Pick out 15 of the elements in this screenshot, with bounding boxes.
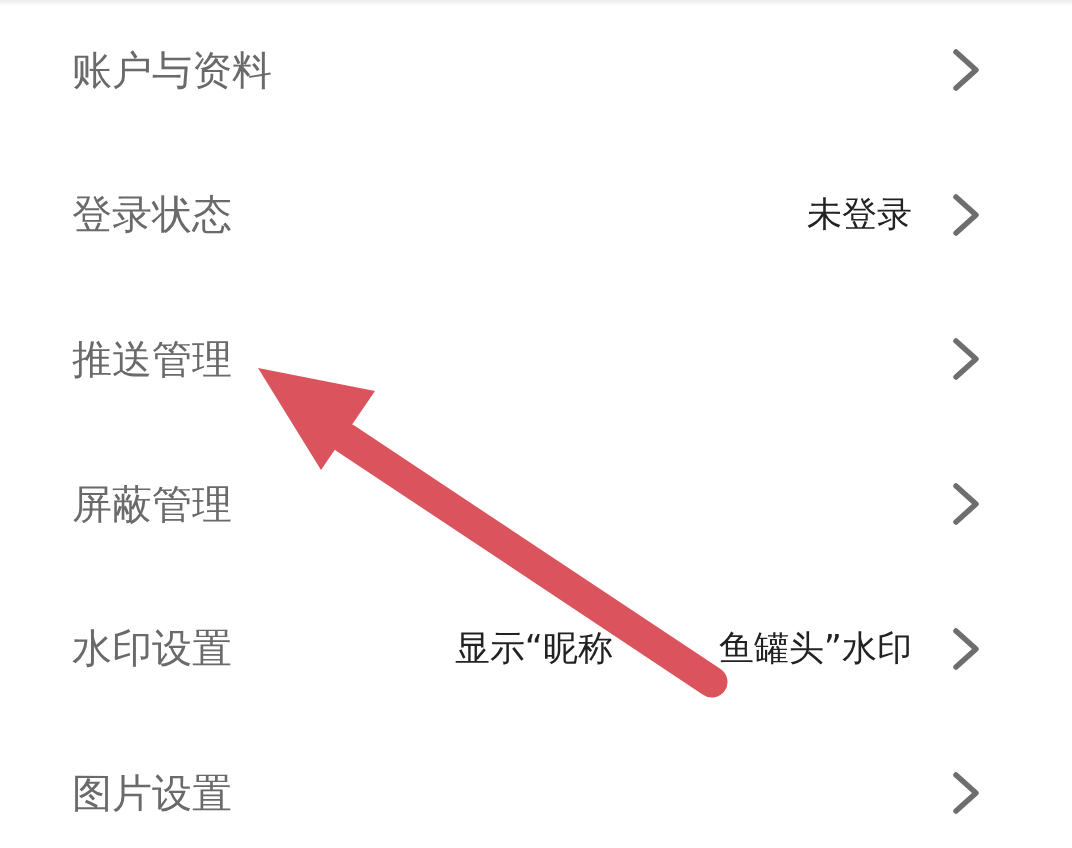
settings-item[interactable]: 推送管理 — [72, 332, 232, 387]
settings-item[interactable]: 屏蔽管理 — [72, 476, 232, 532]
chevron-right-icon — [952, 482, 980, 527]
settings-value: 显示“昵称 — [454, 627, 613, 671]
settings-item[interactable]: 图片设置 — [72, 765, 232, 821]
settings-value: 未登录 — [807, 193, 912, 237]
chevron-right-icon — [952, 192, 980, 237]
settings-item[interactable]: 账户与资料 — [72, 42, 272, 98]
settings-item[interactable]: 水印设置 — [72, 621, 232, 677]
chevron-right-icon — [952, 337, 980, 382]
chevron-right-icon — [952, 771, 980, 816]
chevron-right-icon — [952, 626, 980, 671]
settings-item[interactable]: 登录状态 — [72, 187, 232, 243]
settings-value: 鱼罐头”水印 — [718, 627, 912, 671]
chevron-right-icon — [952, 48, 980, 93]
